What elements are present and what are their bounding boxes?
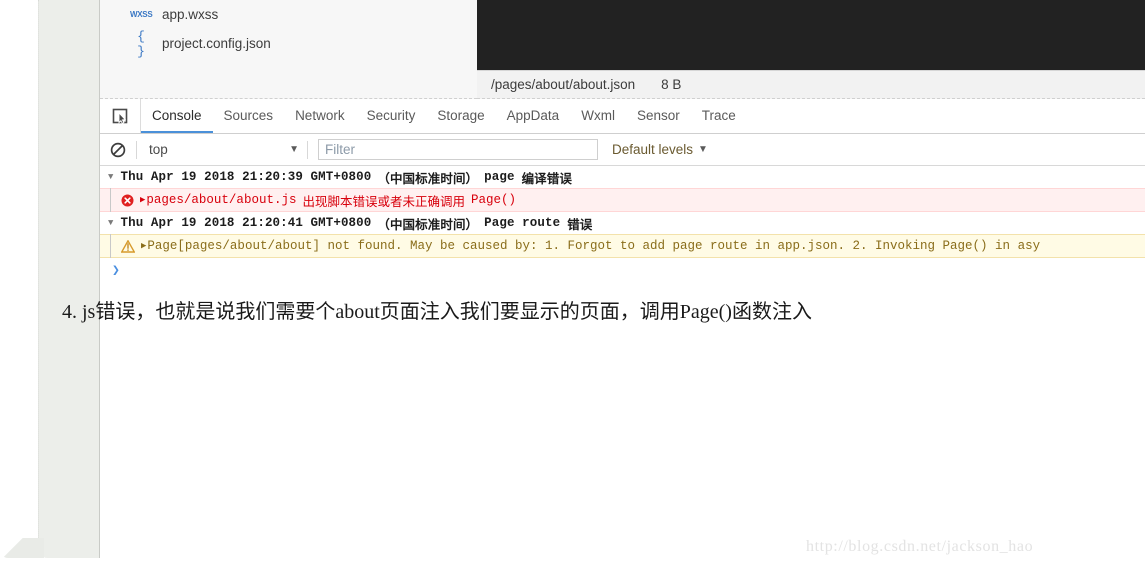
log-level-label: Default levels bbox=[612, 142, 694, 157]
file-tree-panel: WXSS app.wxss { } project.config.json bbox=[100, 0, 477, 99]
watermark: http://blog.csdn.net/jackson_hao bbox=[806, 538, 1034, 555]
file-path-label: /pages/about/about.json bbox=[491, 77, 636, 92]
tab-sources[interactable]: Sources bbox=[213, 99, 285, 133]
left-gutter-band bbox=[38, 0, 100, 558]
tab-security[interactable]: Security bbox=[356, 99, 427, 133]
log-timestamp: Thu Apr 19 2018 21:20:41 GMT+0800 bbox=[120, 216, 372, 230]
console-error-row[interactable]: ▶ pages/about/about.js 出现脚本错误或者未正确调用 Pag… bbox=[100, 188, 1145, 212]
tab-label: Sources bbox=[223, 107, 274, 123]
toolbar-divider bbox=[307, 140, 308, 159]
log-tag: page bbox=[484, 170, 515, 184]
tab-storage[interactable]: Storage bbox=[426, 99, 495, 133]
tab-trace[interactable]: Trace bbox=[691, 99, 747, 133]
file-tree-item-label: project.config.json bbox=[162, 36, 271, 51]
log-timezone: （中国标准时间） bbox=[377, 171, 479, 186]
chevron-down-icon: ▼ bbox=[698, 144, 708, 155]
disclosure-triangle-icon[interactable]: ▼ bbox=[108, 218, 114, 228]
chevron-down-icon: ▼ bbox=[289, 144, 299, 155]
tab-console[interactable]: Console bbox=[141, 99, 213, 133]
log-tag: Page route bbox=[484, 216, 561, 230]
log-suffix: 错误 bbox=[567, 217, 593, 232]
article-paragraph: 4. js错误，也就是说我们需要个about页面注入我们要显示的页面，调用Pag… bbox=[62, 301, 812, 323]
console-warning-row[interactable]: ▶ Page[pages/about/about] not found. May… bbox=[100, 234, 1145, 258]
prompt-chevron-icon: ❯ bbox=[112, 262, 120, 278]
wxss-file-icon: WXSS bbox=[130, 10, 153, 19]
json-file-icon: { } bbox=[137, 28, 145, 59]
group-indent-bar bbox=[110, 234, 111, 258]
gutter-corner-shadow bbox=[0, 538, 44, 558]
console-log-list[interactable]: ▼ Thu Apr 19 2018 21:20:39 GMT+0800 （中国标… bbox=[100, 166, 1145, 290]
clear-console-icon[interactable] bbox=[100, 142, 136, 158]
console-toolbar: top ▼ Default levels ▼ bbox=[100, 134, 1145, 166]
tab-label: Storage bbox=[437, 107, 485, 123]
console-error-source: pages/about/about.js bbox=[146, 193, 297, 207]
warning-triangle-icon bbox=[121, 239, 135, 253]
console-warning-message: Page[pages/about/about] not found. May b… bbox=[147, 239, 1041, 253]
tab-label: Security bbox=[366, 107, 416, 123]
execution-context-select[interactable]: top ▼ bbox=[137, 142, 307, 157]
page-root: WXSS app.wxss { } project.config.json /p… bbox=[0, 0, 1145, 570]
console-group-header[interactable]: ▼ Thu Apr 19 2018 21:20:41 GMT+0800 （中国标… bbox=[100, 212, 1145, 234]
file-tree-item[interactable]: WXSS app.wxss bbox=[100, 0, 477, 29]
inspect-element-icon[interactable] bbox=[100, 99, 141, 133]
tab-appdata[interactable]: AppData bbox=[496, 99, 571, 133]
execution-context-value: top bbox=[149, 142, 168, 157]
tab-label: Trace bbox=[701, 107, 736, 123]
expand-arrow-icon[interactable]: ▶ bbox=[140, 195, 145, 205]
devtools-tab-bar: Console Sources Network Security Storage… bbox=[100, 99, 1145, 134]
tab-wxml[interactable]: Wxml bbox=[570, 99, 626, 133]
tab-label: Sensor bbox=[636, 107, 680, 123]
file-tree-item-label: app.wxss bbox=[162, 7, 219, 22]
group-indent-bar bbox=[110, 188, 111, 212]
tab-label: Network bbox=[295, 107, 345, 123]
console-prompt-row[interactable]: ❯ bbox=[100, 258, 1145, 282]
tab-network[interactable]: Network bbox=[284, 99, 356, 133]
tab-sensor[interactable]: Sensor bbox=[626, 99, 691, 133]
disclosure-triangle-icon[interactable]: ▼ bbox=[108, 172, 114, 182]
file-size-label: 8 B bbox=[661, 77, 682, 92]
console-group-header[interactable]: ▼ Thu Apr 19 2018 21:20:39 GMT+0800 （中国标… bbox=[100, 166, 1145, 188]
tab-label: AppData bbox=[506, 107, 560, 123]
log-level-select[interactable]: Default levels ▼ bbox=[612, 142, 708, 157]
error-circle-icon bbox=[121, 194, 134, 207]
log-timezone: （中国标准时间） bbox=[377, 217, 479, 232]
tab-label: Console bbox=[152, 107, 202, 123]
console-error-message: 出现脚本错误或者未正确调用 bbox=[302, 195, 465, 210]
log-timestamp: Thu Apr 19 2018 21:20:39 GMT+0800 bbox=[120, 170, 372, 184]
expand-arrow-icon[interactable]: ▶ bbox=[141, 241, 146, 251]
log-suffix: 编译错误 bbox=[521, 171, 572, 186]
tab-label: Wxml bbox=[581, 107, 615, 123]
devtools-screenshot: WXSS app.wxss { } project.config.json /p… bbox=[100, 0, 1145, 290]
code-editor-pane[interactable] bbox=[477, 0, 1145, 70]
console-filter-input[interactable] bbox=[318, 139, 598, 160]
file-path-bar: /pages/about/about.json 8 B bbox=[477, 70, 1145, 99]
console-error-method: Page() bbox=[470, 193, 516, 207]
file-tree-item[interactable]: { } project.config.json bbox=[100, 28, 477, 59]
